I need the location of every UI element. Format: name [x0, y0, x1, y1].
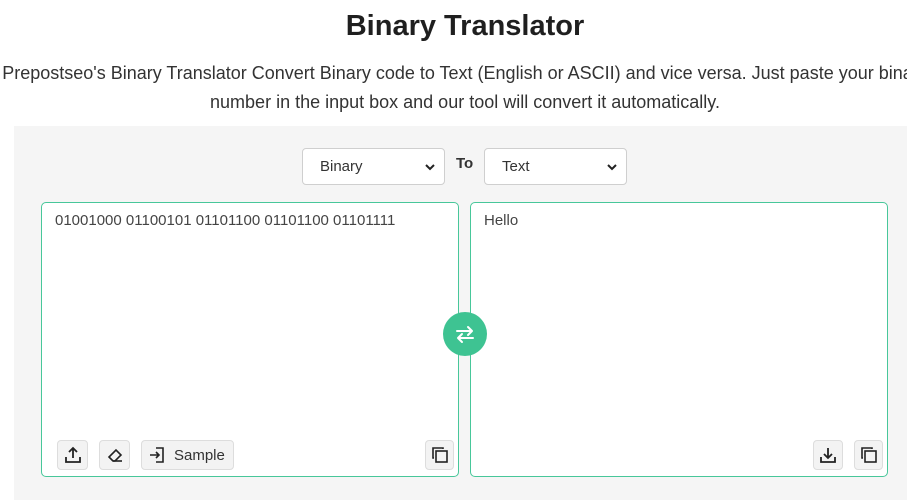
upload-button[interactable]: [57, 440, 88, 470]
sample-button[interactable]: Sample: [141, 440, 234, 470]
page-description: Prepostseo's Binary Translator Convert B…: [0, 59, 907, 117]
copy-icon: [860, 447, 877, 463]
swap-button[interactable]: [443, 312, 487, 356]
clear-button[interactable]: [99, 440, 130, 470]
description-line-2: number in the input box and our tool wil…: [210, 92, 720, 112]
copy-icon: [431, 447, 448, 463]
input-text: 01001000 01100101 01101100 01101100 0110…: [55, 212, 396, 229]
to-format-value: Text: [502, 158, 530, 175]
download-button[interactable]: [813, 440, 843, 470]
eraser-icon: [107, 448, 122, 462]
output-textarea[interactable]: Hello: [470, 202, 888, 477]
chevron-down-icon: [425, 164, 435, 171]
copy-output-button[interactable]: [854, 440, 883, 470]
import-icon: [150, 447, 164, 463]
page-title: Binary Translator: [345, 10, 585, 42]
description-line-1: Prepostseo's Binary Translator Convert B…: [2, 63, 907, 83]
from-format-select[interactable]: Binary: [302, 148, 445, 185]
from-format-value: Binary: [320, 158, 363, 175]
copy-input-button[interactable]: [425, 440, 454, 470]
upload-icon: [64, 446, 81, 463]
input-textarea[interactable]: 01001000 01100101 01101100 01101100 0110…: [41, 202, 459, 477]
download-icon: [820, 448, 836, 463]
sample-label: Sample: [174, 446, 225, 464]
chevron-down-icon: [607, 164, 617, 171]
to-label: To: [456, 155, 474, 172]
swap-arrows-icon: [456, 326, 474, 343]
to-format-select[interactable]: Text: [484, 148, 627, 185]
output-text: Hello: [484, 212, 519, 229]
